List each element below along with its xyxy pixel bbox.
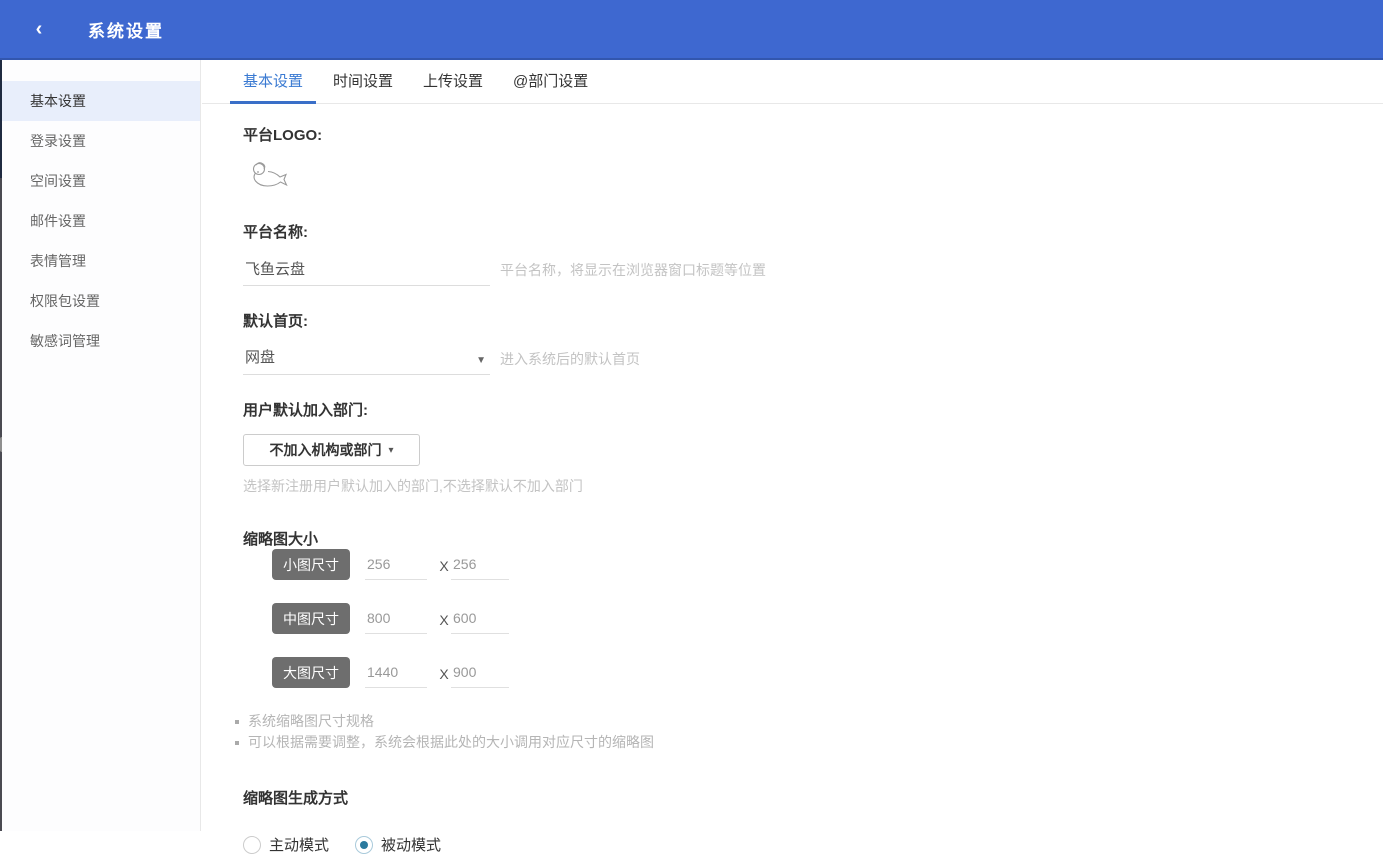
small-height-input[interactable] xyxy=(451,552,509,576)
note-line: 系统缩略图尺寸规格 xyxy=(235,711,1383,732)
thumb-mode-options: 主动模式 被动模式 xyxy=(243,834,1383,855)
tab-basic-settings[interactable]: 基本设置 xyxy=(230,60,316,104)
default-home-hint: 进入系统后的默认首页 xyxy=(500,349,640,375)
radio-active-mode[interactable]: 主动模式 xyxy=(243,834,329,855)
medium-height-input[interactable] xyxy=(451,606,509,630)
settings-tabbar: 基本设置 时间设置 上传设置 @部门设置 xyxy=(202,60,1383,104)
small-width-input[interactable] xyxy=(365,552,427,576)
default-home-label: 默认首页: xyxy=(243,310,1383,331)
app-header: ‹ 系统设置 xyxy=(0,0,1383,60)
small-size-button[interactable]: 小图尺寸 xyxy=(272,549,350,580)
thumb-size-row-large: 大图尺寸 X xyxy=(272,657,1383,688)
back-icon[interactable]: ‹ xyxy=(26,16,52,42)
radio-unselected-icon xyxy=(243,836,261,854)
sidebar-item-emoji-management[interactable]: 表情管理 xyxy=(2,241,200,281)
sidebar-item-basic-settings[interactable]: 基本设置 xyxy=(2,81,200,121)
platform-name-hint: 平台名称，将显示在浏览器窗口标题等位置 xyxy=(500,260,766,286)
default-home-select[interactable]: 网盘 ▼ xyxy=(243,345,490,375)
sidebar-item-mail-settings[interactable]: 邮件设置 xyxy=(2,201,200,241)
default-home-value: 网盘 xyxy=(245,346,275,367)
tab-at-department-settings[interactable]: @部门设置 xyxy=(500,60,601,104)
dropdown-arrow-icon: ▼ xyxy=(476,355,486,366)
bullet-icon xyxy=(235,720,239,724)
platform-logo-image[interactable] xyxy=(247,159,291,195)
thumb-size-row-medium: 中图尺寸 X xyxy=(272,603,1383,634)
thumb-size-notes: 系统缩略图尺寸规格 可以根据需要调整，系统会根据此处的大小调用对应尺寸的缩略图 xyxy=(235,711,1383,753)
radio-passive-mode-label: 被动模式 xyxy=(381,834,441,855)
note-text: 系统缩略图尺寸规格 xyxy=(248,711,374,732)
medium-height-field xyxy=(451,606,509,634)
page-title: 系统设置 xyxy=(88,17,164,42)
small-height-field xyxy=(451,552,509,580)
note-text: 可以根据需要调整，系统会根据此处的大小调用对应尺寸的缩略图 xyxy=(248,732,654,753)
thumb-size-row-small: 小图尺寸 X xyxy=(272,549,1383,580)
note-line: 可以根据需要调整，系统会根据此处的大小调用对应尺寸的缩略图 xyxy=(235,732,1383,753)
large-size-button[interactable]: 大图尺寸 xyxy=(272,657,350,688)
size-separator: X xyxy=(437,612,451,628)
platform-name-label: 平台名称: xyxy=(243,221,1383,242)
platform-name-input[interactable] xyxy=(243,256,490,285)
platform-logo-label: 平台LOGO: xyxy=(243,124,1383,145)
large-width-input[interactable] xyxy=(365,660,427,684)
medium-width-field xyxy=(365,606,427,634)
sidebar-item-space-settings[interactable]: 空间设置 xyxy=(2,161,200,201)
sidebar-item-permission-pack[interactable]: 权限包设置 xyxy=(2,281,200,321)
medium-width-input[interactable] xyxy=(365,606,427,630)
main-panel: 基本设置 时间设置 上传设置 @部门设置 平台LOGO: 平台名称: 平台名称，… xyxy=(202,60,1383,831)
sidebar-item-sensitive-words[interactable]: 敏感词管理 xyxy=(2,321,200,361)
sidebar-item-login-settings[interactable]: 登录设置 xyxy=(2,121,200,161)
size-separator: X xyxy=(437,558,451,574)
large-height-field xyxy=(451,660,509,688)
radio-active-mode-label: 主动模式 xyxy=(269,834,329,855)
radio-selected-icon xyxy=(355,836,373,854)
default-dept-hint: 选择新注册用户默认加入的部门,不选择默认不加入部门 xyxy=(243,476,1383,496)
basic-settings-form: 平台LOGO: 平台名称: 平台名称，将显示在浏览器窗口标题等位置 默认首页: … xyxy=(202,104,1383,855)
caret-down-icon: ▾ xyxy=(388,445,393,456)
tab-time-settings[interactable]: 时间设置 xyxy=(320,60,406,104)
radio-passive-mode[interactable]: 被动模式 xyxy=(355,834,441,855)
large-width-field xyxy=(365,660,427,688)
large-height-input[interactable] xyxy=(451,660,509,684)
default-dept-button-label: 不加入机构或部门 xyxy=(269,440,381,460)
small-width-field xyxy=(365,552,427,580)
thumb-mode-label: 缩略图生成方式 xyxy=(243,787,1383,808)
default-dept-label: 用户默认加入部门: xyxy=(243,399,1383,420)
fish-logo-icon xyxy=(247,182,291,199)
medium-size-button[interactable]: 中图尺寸 xyxy=(272,603,350,634)
size-separator: X xyxy=(437,666,451,682)
tab-upload-settings[interactable]: 上传设置 xyxy=(410,60,496,104)
thumb-size-label: 缩略图大小 xyxy=(243,528,1383,549)
default-dept-button[interactable]: 不加入机构或部门 ▾ xyxy=(243,434,420,466)
platform-name-field xyxy=(243,256,490,286)
settings-sidebar: 基本设置 登录设置 空间设置 邮件设置 表情管理 权限包设置 敏感词管理 xyxy=(2,60,201,831)
bullet-icon xyxy=(235,741,239,745)
